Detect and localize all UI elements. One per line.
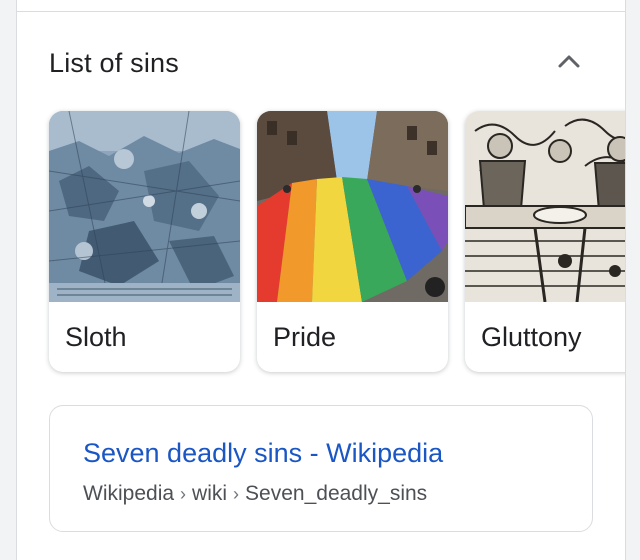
card-label: Pride bbox=[273, 322, 337, 352]
result-breadcrumb: Wikipedia › wiki › Seven_deadly_sins bbox=[83, 480, 427, 508]
card-gluttony[interactable]: Gluttony bbox=[465, 111, 625, 372]
card-label: Sloth bbox=[65, 322, 127, 352]
card-label: Gluttony bbox=[481, 322, 582, 352]
section-title: List of sins bbox=[49, 48, 179, 78]
sins-carousel: Sloth Pride Gluttony bbox=[49, 111, 625, 373]
breadcrumb-path: wiki bbox=[192, 482, 228, 505]
breadcrumb-page: Seven_deadly_sins bbox=[245, 482, 428, 505]
result-title-link[interactable]: Seven deadly sins - Wikipedia bbox=[83, 436, 443, 470]
chevron-up-icon[interactable] bbox=[553, 46, 585, 78]
breadcrumb-separator: › bbox=[233, 484, 240, 504]
gluttony-image bbox=[465, 111, 625, 302]
card-sloth[interactable]: Sloth bbox=[49, 111, 240, 372]
breadcrumb-separator: › bbox=[180, 484, 187, 504]
pride-image bbox=[257, 111, 448, 302]
search-result-card[interactable]: Seven deadly sins - Wikipedia Wikipedia ›… bbox=[49, 405, 593, 532]
breadcrumb-site: Wikipedia bbox=[83, 482, 175, 505]
card-pride[interactable]: Pride bbox=[257, 111, 448, 372]
knowledge-panel: List of sins Sloth Pride Gluttony Seven … bbox=[16, 0, 626, 560]
divider bbox=[17, 11, 625, 12]
sloth-image bbox=[49, 111, 240, 302]
